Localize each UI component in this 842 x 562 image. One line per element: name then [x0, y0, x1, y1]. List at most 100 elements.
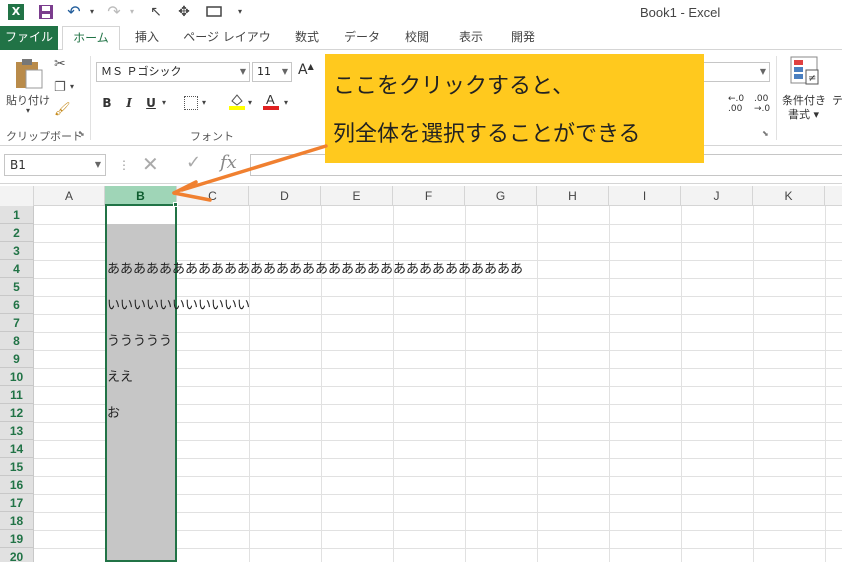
fill-color-dropdown-icon[interactable]: ▾ — [248, 98, 252, 107]
excel-logo-icon: X — [8, 4, 24, 20]
row-header-11[interactable]: 11 — [0, 386, 34, 404]
clipboard-launcher-icon[interactable]: ⬊ — [78, 129, 85, 138]
group-separator — [90, 56, 91, 140]
redo-dropdown-icon[interactable]: ▾ — [124, 4, 140, 20]
callout-line-2: 列全体を選択することができる — [333, 122, 641, 147]
column-header-f[interactable]: F — [393, 186, 465, 206]
font-color-dropdown-icon[interactable]: ▾ — [284, 98, 288, 107]
row-header-4[interactable]: 4 — [0, 260, 34, 278]
undo-icon[interactable]: ↶ — [66, 4, 82, 20]
bold-button[interactable]: B — [98, 94, 116, 112]
underline-button[interactable]: U — [142, 94, 160, 112]
copy-dropdown-icon[interactable]: ▾ — [70, 82, 74, 91]
row-header-10[interactable]: 10 — [0, 368, 34, 386]
column-header-g[interactable]: G — [465, 186, 537, 206]
decrease-decimal-icon[interactable]: .00 →.0 — [754, 94, 770, 114]
chevron-down-icon: ▼ — [759, 67, 766, 76]
italic-button[interactable]: I — [120, 94, 138, 112]
tab-data[interactable]: データ — [336, 26, 388, 50]
increase-decimal-icon[interactable]: ←.0.00 — [728, 94, 744, 114]
row-header-14[interactable]: 14 — [0, 440, 34, 458]
conditional-format-label2[interactable]: 書式 ▾ — [788, 106, 819, 122]
cell-b4[interactable]: ああああああああああああああああああああああああああああああああ — [107, 261, 523, 279]
row-header-5[interactable]: 5 — [0, 278, 34, 296]
svg-text:≠: ≠ — [808, 73, 816, 84]
font-name-combo[interactable]: ＭＳ Ｐゴシック ▼ — [96, 62, 250, 82]
font-size-combo[interactable]: 11 ▼ — [252, 62, 292, 82]
row-header-19[interactable]: 19 — [0, 530, 34, 548]
row-header-3[interactable]: 3 — [0, 242, 34, 260]
tab-formulas[interactable]: 数式 — [284, 26, 330, 50]
font-color-icon[interactable]: A — [262, 92, 280, 110]
number-launcher-icon[interactable]: ⬊ — [762, 129, 769, 138]
group-separator — [776, 56, 777, 140]
row-header-17[interactable]: 17 — [0, 494, 34, 512]
column-header-h[interactable]: H — [537, 186, 609, 206]
row-header-12[interactable]: 12 — [0, 404, 34, 422]
increase-font-icon[interactable]: A▲ — [298, 62, 314, 78]
more-icon: ⋮ — [118, 158, 130, 172]
paste-icon[interactable] — [12, 58, 44, 90]
underline-dropdown-icon[interactable]: ▾ — [162, 98, 166, 107]
undo-dropdown-icon[interactable]: ▾ — [84, 4, 100, 20]
font-name-value: ＭＳ Ｐゴシック — [101, 65, 182, 78]
tab-page-layout[interactable]: ページ レイアウト — [178, 26, 276, 66]
row-header-6[interactable]: 6 — [0, 296, 34, 314]
tab-file[interactable]: ファイル — [0, 26, 58, 50]
cell-b10[interactable]: ええ — [107, 369, 133, 387]
row-header-1[interactable]: 1 — [0, 206, 34, 224]
column-header-k[interactable]: K — [753, 186, 825, 206]
cancel-icon[interactable]: ✕ — [142, 152, 159, 176]
chevron-down-icon: ▼ — [94, 160, 101, 169]
annotation-arrow — [172, 144, 328, 202]
customize-qat-icon[interactable]: ▾ — [232, 4, 248, 20]
row-header-13[interactable]: 13 — [0, 422, 34, 440]
fill-color-icon[interactable] — [228, 92, 246, 110]
format-painter-icon[interactable]: 🖌 — [54, 102, 71, 117]
name-box[interactable]: B1 ▼ — [4, 154, 106, 176]
redo-icon[interactable]: ↷ — [106, 4, 122, 20]
annotation-callout: ここをクリックすると、 列全体を選択することができる — [325, 54, 704, 163]
cut-icon[interactable]: ✂ — [54, 56, 66, 72]
screen-icon[interactable] — [206, 4, 222, 20]
borders-dropdown-icon[interactable]: ▾ — [202, 98, 206, 107]
row-header-20[interactable]: 20 — [0, 548, 34, 562]
row-header-9[interactable]: 9 — [0, 350, 34, 368]
tab-insert[interactable]: 挿入 — [124, 26, 170, 50]
chevron-down-icon: ▼ — [281, 67, 288, 76]
column-header-i[interactable]: I — [609, 186, 681, 206]
tab-developer[interactable]: 開発 — [500, 26, 546, 50]
cell-b6[interactable]: いいいいいいいいいいい — [107, 297, 250, 315]
tab-review[interactable]: 校閲 — [394, 26, 440, 50]
conditional-format-label2-text: 書式 — [788, 108, 810, 121]
conditional-format-icon[interactable]: ≠ — [790, 56, 820, 86]
table-format-label[interactable]: テ — [832, 92, 842, 108]
cell-b12[interactable]: お — [107, 405, 120, 423]
title-bar: X ↶ ▾ ↷ ▾ ↖ ✥ ▾ Book1 - Excel — [0, 0, 842, 26]
cell-b8[interactable]: ううううう — [107, 333, 172, 351]
copy-icon[interactable]: ❐ — [54, 80, 66, 95]
chevron-down-icon: ▼ — [239, 67, 246, 76]
row-header-15[interactable]: 15 — [0, 458, 34, 476]
column-header-a[interactable]: A — [34, 186, 105, 206]
paste-dropdown-icon[interactable]: ▾ — [26, 106, 30, 115]
column-header-j[interactable]: J — [681, 186, 753, 206]
row-header-16[interactable]: 16 — [0, 476, 34, 494]
tab-home[interactable]: ホーム — [62, 26, 120, 51]
touch-mode-icon[interactable]: ✥ — [176, 4, 192, 20]
window-title: Book1 - Excel — [640, 5, 721, 20]
tab-view[interactable]: 表示 — [448, 26, 494, 50]
select-all-corner[interactable] — [0, 186, 34, 206]
select-pointer-icon[interactable]: ↖ — [148, 4, 164, 20]
save-icon[interactable] — [38, 4, 54, 20]
clipboard-group-label: クリップボード — [6, 130, 83, 143]
callout-line-1: ここをクリックすると、 — [333, 74, 575, 99]
column-headers: A B C D E F G H I J K — [0, 186, 842, 206]
row-header-7[interactable]: 7 — [0, 314, 34, 332]
row-header-18[interactable]: 18 — [0, 512, 34, 530]
row-header-2[interactable]: 2 — [0, 224, 34, 242]
borders-icon[interactable] — [184, 96, 198, 110]
row-header-8[interactable]: 8 — [0, 332, 34, 350]
number-format-combo[interactable]: ▼ — [700, 62, 770, 82]
name-box-value: B1 — [10, 158, 26, 172]
